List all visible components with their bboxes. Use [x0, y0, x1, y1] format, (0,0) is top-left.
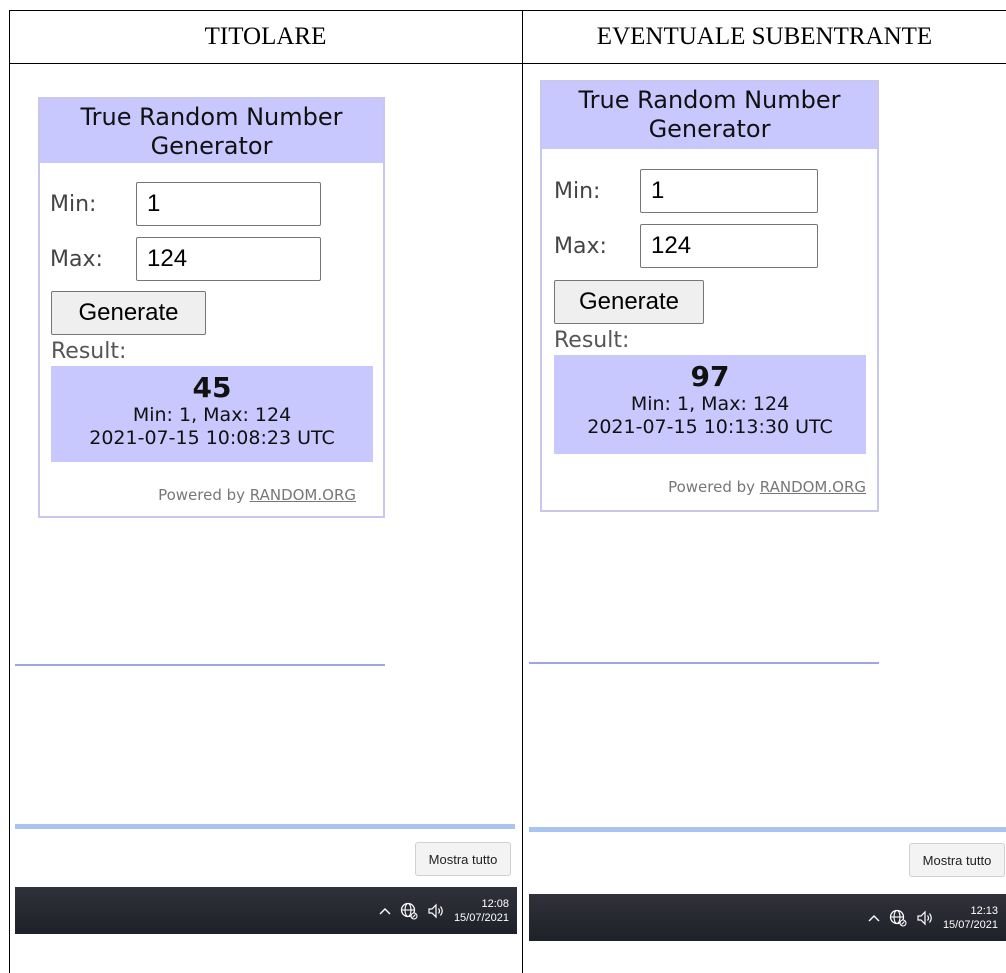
widget-title: True Random Number Generator [40, 99, 383, 163]
network-icon[interactable] [889, 909, 907, 927]
result-timestamp: 2021-07-15 10:08:23 UTC [89, 427, 335, 449]
chevron-up-icon[interactable] [379, 907, 391, 915]
min-label: Min: [50, 191, 97, 217]
generate-button[interactable]: Generate [51, 291, 206, 335]
result-label: Result: [51, 339, 127, 364]
max-row: Max: 124 [554, 224, 818, 268]
max-input[interactable]: 124 [640, 224, 818, 268]
show-all-button[interactable]: Mostra tutto [415, 842, 511, 876]
result-range: Min: 1, Max: 124 [132, 404, 292, 426]
header-divider [9, 63, 1006, 64]
taskbar-clock[interactable]: 12:13 15/07/2021 [943, 904, 998, 932]
taskbar: 12:13 15/07/2021 [529, 894, 1006, 941]
powered-by: Powered by RANDOM.ORG [554, 478, 866, 496]
bottom-rule [529, 827, 1006, 832]
column-header-subentrante: EVENTUALE SUBENTRANTE [596, 22, 933, 50]
powered-by-prefix: Powered by [158, 486, 250, 504]
result-box: 45 Min: 1, Max: 124 2021-07-15 10:08:23 … [51, 366, 373, 462]
min-label: Min: [554, 178, 601, 204]
divider-rule [15, 664, 385, 666]
clock-date: 15/07/2021 [942, 918, 998, 931]
column-header-titolare: TITOLARE [204, 22, 327, 50]
result-value: 45 [192, 371, 232, 404]
clock-time: 12:13 [970, 904, 998, 917]
powered-by-prefix: Powered by [668, 478, 760, 496]
random-org-link[interactable]: RANDOM.ORG [760, 478, 866, 496]
speaker-icon[interactable] [427, 903, 445, 919]
speaker-icon[interactable] [916, 910, 934, 926]
max-row: Max: 124 [50, 237, 321, 281]
result-label: Result: [554, 328, 630, 353]
max-label: Max: [50, 246, 103, 272]
bottom-rule [15, 824, 515, 829]
min-input[interactable]: 1 [640, 169, 818, 213]
taskbar-clock[interactable]: 12:08 15/07/2021 [454, 897, 509, 925]
network-icon[interactable] [400, 902, 418, 920]
random-org-link[interactable]: RANDOM.ORG [250, 486, 356, 504]
result-value: 97 [690, 360, 730, 393]
chevron-up-icon[interactable] [868, 914, 880, 922]
clock-date: 15/07/2021 [453, 911, 509, 924]
max-input[interactable]: 124 [136, 237, 321, 281]
min-row: Min: 1 [554, 169, 818, 213]
divider-rule [529, 662, 879, 664]
min-row: Min: 1 [50, 182, 321, 226]
widget-title: True Random Number Generator [542, 82, 877, 149]
generate-button[interactable]: Generate [554, 280, 704, 324]
system-tray: 12:13 15/07/2021 [868, 894, 998, 941]
result-timestamp: 2021-07-15 10:13:30 UTC [587, 416, 833, 438]
show-all-button[interactable]: Mostra tutto [909, 843, 1005, 877]
taskbar: 12:08 15/07/2021 [15, 887, 517, 934]
max-label: Max: [554, 233, 607, 259]
result-box: 97 Min: 1, Max: 124 2021-07-15 10:13:30 … [554, 355, 866, 454]
clock-time: 12:08 [481, 897, 509, 910]
column-divider [522, 10, 523, 973]
result-range: Min: 1, Max: 124 [630, 393, 790, 415]
system-tray: 12:08 15/07/2021 [379, 887, 509, 934]
powered-by: Powered by RANDOM.ORG [51, 486, 356, 504]
min-input[interactable]: 1 [136, 182, 321, 226]
